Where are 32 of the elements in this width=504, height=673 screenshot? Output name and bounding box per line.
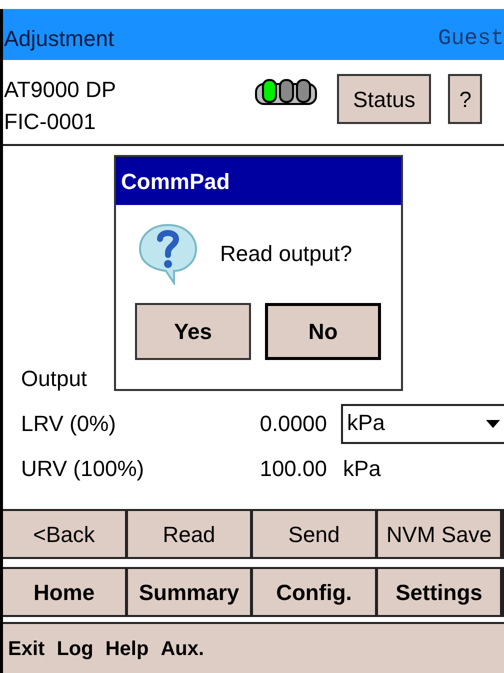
field-value: 100.00: [258, 455, 328, 483]
field-value: 0.0000: [258, 410, 328, 438]
nav-button[interactable]: Summary: [128, 569, 250, 615]
traffic-light-icon: [255, 78, 317, 108]
device-tag: FIC-0001: [4, 106, 255, 138]
nav-button[interactable]: Home: [3, 569, 125, 615]
unit-label: kPa: [342, 455, 381, 483]
dialog-button[interactable]: Yes: [135, 303, 251, 360]
field-label: LRV (0%): [21, 410, 117, 438]
menu-item[interactable]: Help: [105, 634, 149, 664]
field-label: Output: [21, 365, 88, 393]
menu-item[interactable]: Log: [56, 634, 94, 664]
dialog-title: CommPad: [121, 168, 230, 196]
device-name: AT9000 DP: [4, 76, 118, 104]
caret-down-icon: [486, 420, 500, 428]
action-button[interactable]: Read: [128, 511, 250, 557]
action-button[interactable]: Send: [253, 511, 375, 557]
nav-button[interactable]: Settings: [378, 569, 500, 615]
question-bubble-icon: [136, 221, 200, 285]
dialog-button[interactable]: No: [265, 303, 381, 360]
menu-item[interactable]: Exit: [8, 634, 45, 664]
user-name: Guest: [438, 25, 504, 53]
status-button[interactable]: Status: [337, 74, 432, 124]
action-button[interactable]: NVM Save: [378, 511, 500, 557]
field-label: URV (100%): [21, 455, 146, 483]
help-button[interactable]: ?: [448, 74, 482, 124]
action-button[interactable]: <Back: [3, 511, 125, 557]
unit-dropdown[interactable]: kPa: [341, 404, 504, 444]
nav-button[interactable]: Config.: [253, 569, 375, 615]
screen-title: Adjustment: [4, 25, 114, 53]
dialog-message: Read output?: [220, 240, 352, 268]
menu-item[interactable]: Aux.: [160, 634, 204, 664]
